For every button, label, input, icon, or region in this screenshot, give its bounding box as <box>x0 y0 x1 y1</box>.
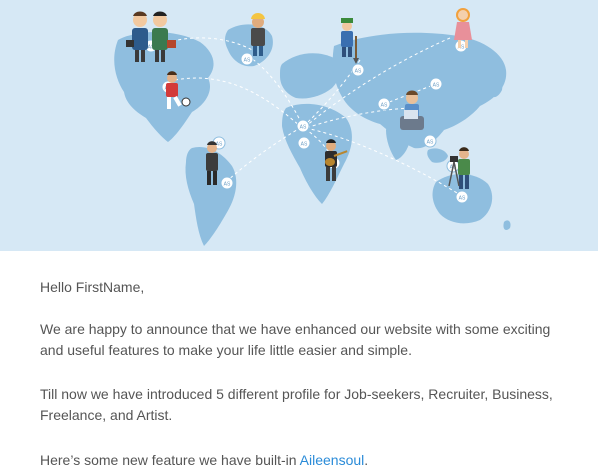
svg-text:AS: AS <box>300 125 307 131</box>
world-map-illustration: AS AS AS AS AS AS AS AS AS AS AS AS AS A… <box>114 8 511 246</box>
world-map <box>114 24 511 246</box>
svg-text:AS: AS <box>433 83 440 89</box>
svg-text:AS: AS <box>244 58 251 64</box>
greeting: Hello FirstName, <box>40 279 145 295</box>
badge-pin: AS <box>220 176 234 190</box>
badge-pin: AS <box>423 134 437 148</box>
aileensoul-link[interactable]: Aileensoul <box>300 452 365 468</box>
badge-pin: AS <box>429 77 443 91</box>
svg-text:AS: AS <box>459 196 466 202</box>
badge-pin: AS <box>377 97 391 111</box>
badge-pin: AS <box>296 119 310 133</box>
svg-text:AS: AS <box>224 182 231 188</box>
badge-pin: AS <box>455 190 469 204</box>
profiles-paragraph: Till now we have introduced 5 different … <box>40 386 553 423</box>
feature-intro-period: . <box>364 452 369 468</box>
badge-pin: AS <box>297 136 311 150</box>
svg-text:AS: AS <box>427 140 434 146</box>
badge-pin: AS <box>240 52 254 66</box>
email-container: AS AS AS AS AS AS AS AS AS AS AS AS AS A… <box>0 0 598 474</box>
svg-text:AS: AS <box>355 69 362 75</box>
announcement-paragraph: We are happy to announce that we have en… <box>40 321 551 358</box>
feature-intro-paragraph: Here’s some new feature we have built-in… <box>40 450 560 471</box>
hero-banner: AS AS AS AS AS AS AS AS AS AS AS AS AS A… <box>0 0 598 251</box>
feature-intro-text: Here’s some new feature we have built-in <box>40 452 300 468</box>
svg-text:AS: AS <box>381 103 388 109</box>
badge-pin: AS <box>351 63 365 77</box>
svg-text:AS: AS <box>301 142 308 148</box>
